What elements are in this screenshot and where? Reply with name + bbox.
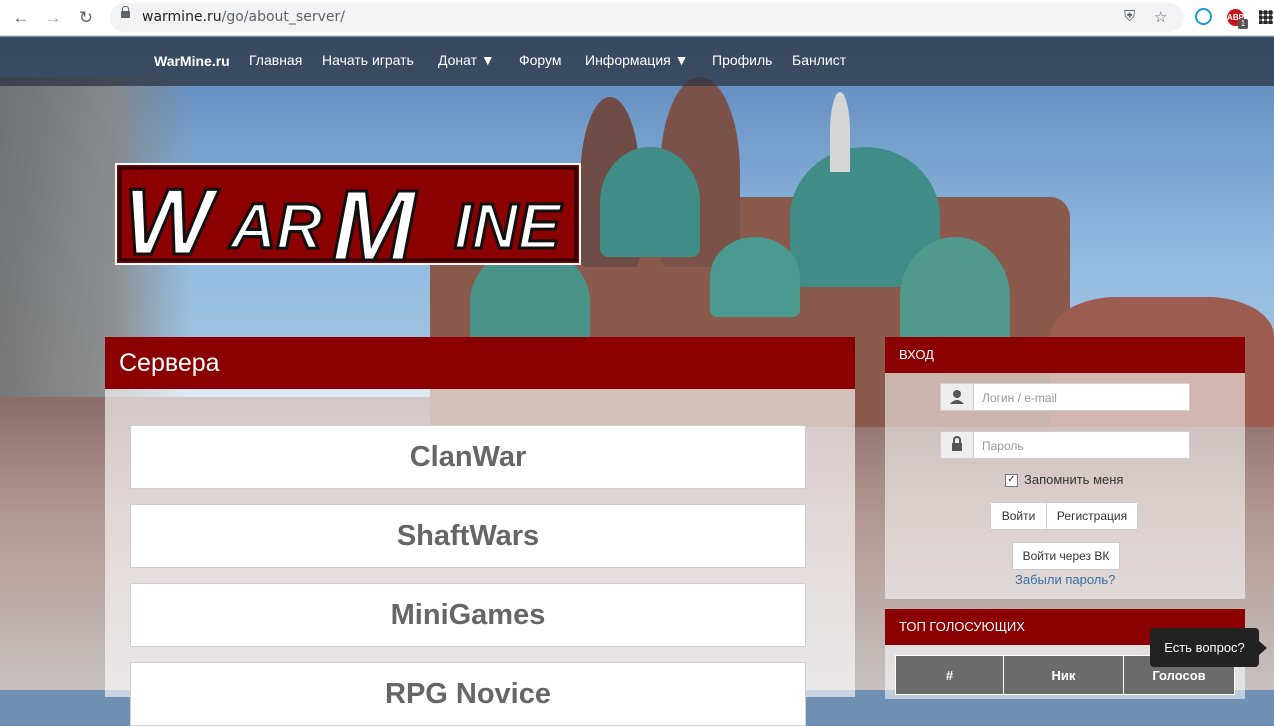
login-field-group bbox=[940, 383, 1194, 412]
password-input[interactable] bbox=[974, 432, 1194, 460]
column-header-nick[interactable]: Ник bbox=[1003, 655, 1124, 695]
user-icon bbox=[941, 384, 974, 410]
grid-icon[interactable] bbox=[1259, 10, 1273, 24]
remember-checkbox[interactable]: ✓ bbox=[1005, 474, 1018, 488]
server-card-rpg-novice[interactable]: RPG Novice bbox=[130, 662, 806, 726]
nav-item-home[interactable]: Главная bbox=[249, 52, 302, 68]
forward-icon[interactable]: → bbox=[42, 7, 64, 29]
login-input[interactable] bbox=[974, 384, 1194, 412]
site-logo[interactable]: W AR M INE bbox=[114, 160, 582, 284]
server-card-shaftwars[interactable]: ShaftWars bbox=[130, 504, 806, 568]
nav-item-donate[interactable]: Донат ▼ bbox=[438, 52, 495, 68]
remember-label: Запомнить меня bbox=[1024, 472, 1124, 487]
server-card-clanwar[interactable]: ClanWar bbox=[130, 425, 806, 489]
vk-login-button[interactable]: Войти через ВК bbox=[1012, 542, 1120, 570]
login-panel: ВХОД ✓ Запомнить меня Войти Регистрация В… bbox=[885, 337, 1245, 599]
adblock-count: 1 bbox=[1238, 19, 1248, 29]
login-title: ВХОД bbox=[885, 337, 1245, 373]
shield-icon[interactable]: ⛨ bbox=[1124, 8, 1135, 25]
url-text: warmine.ru/go/about_server/ bbox=[142, 9, 345, 25]
svg-text:AR: AR bbox=[228, 190, 322, 262]
address-bar[interactable]: warmine.ru/go/about_server/ ⛨ ☆ bbox=[110, 3, 1184, 32]
nav-item-start[interactable]: Начать играть bbox=[322, 52, 414, 68]
register-button[interactable]: Регистрация bbox=[1046, 502, 1138, 530]
svg-text:INE: INE bbox=[454, 190, 563, 262]
password-field-group bbox=[940, 431, 1194, 460]
nav-item-info[interactable]: Информация ▼ bbox=[585, 52, 688, 68]
nav-item-forum[interactable]: Форум bbox=[519, 52, 562, 68]
lock-icon bbox=[121, 6, 130, 18]
svg-text:M: M bbox=[332, 170, 418, 270]
svg-text:W: W bbox=[124, 169, 220, 270]
star-icon[interactable]: ☆ bbox=[1154, 8, 1167, 26]
reload-icon[interactable]: ↻ bbox=[75, 7, 97, 29]
help-chat-button[interactable]: Есть вопрос? bbox=[1150, 628, 1267, 667]
column-header-rank[interactable]: # bbox=[895, 655, 1004, 695]
extension-icon[interactable] bbox=[1195, 8, 1212, 25]
nav-item-banlist[interactable]: Банлист bbox=[792, 52, 846, 68]
nav-brand[interactable]: WarMine.ru bbox=[154, 53, 230, 69]
remember-row: ✓ Запомнить меня bbox=[1005, 472, 1124, 488]
browser-toolbar: ← → ↻ warmine.ru/go/about_server/ ⛨ ☆ AB… bbox=[0, 0, 1274, 36]
server-card-minigames[interactable]: MiniGames bbox=[130, 583, 806, 647]
nav-item-profile[interactable]: Профиль bbox=[712, 52, 772, 68]
servers-panel: Сервера ClanWar ShaftWars MiniGames RPG … bbox=[105, 337, 855, 726]
back-icon[interactable]: ← bbox=[10, 7, 32, 29]
forgot-password-link[interactable]: Забыли пароль? bbox=[1015, 572, 1115, 587]
servers-title: Сервера bbox=[105, 337, 855, 389]
site-navbar: WarMine.ru Главная Начать играть Донат ▼… bbox=[0, 37, 1274, 86]
login-button[interactable]: Войти bbox=[990, 502, 1047, 530]
lock-icon bbox=[941, 432, 974, 458]
